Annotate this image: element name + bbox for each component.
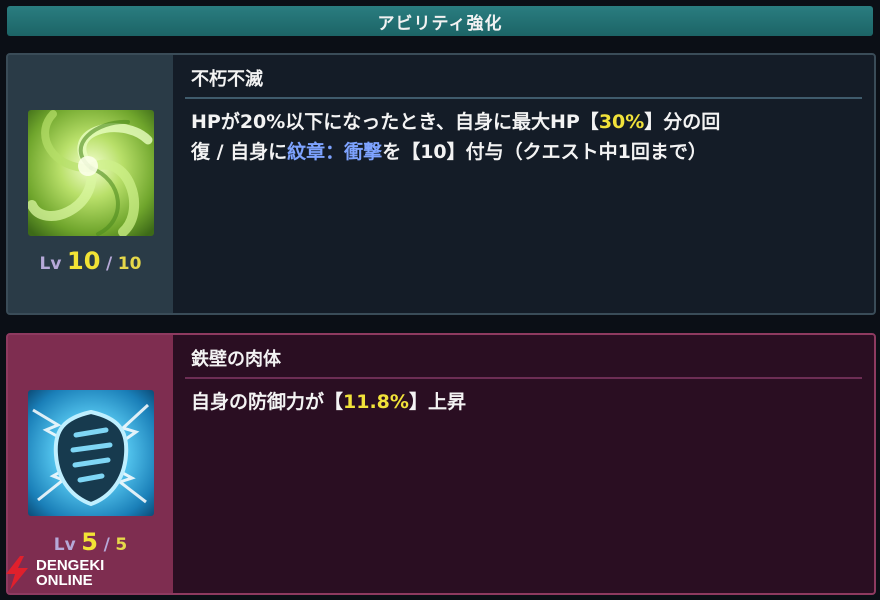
ability-name: 不朽不滅	[191, 69, 263, 90]
watermark: DENGEKI ONLINE	[2, 556, 104, 590]
ability-detail: 鉄壁の肉体 自身の防御力が【11.8%】上昇	[173, 335, 874, 593]
level-slash: /	[103, 535, 110, 555]
level-max: 5	[115, 535, 128, 555]
desc-highlight-value: 30%	[598, 111, 645, 133]
level-max: 10	[117, 254, 142, 274]
desc-text: を【10】付与（クエスト中1回まで）	[382, 141, 707, 163]
watermark-line1: DENGEKI	[36, 557, 105, 574]
level-current: 5	[81, 528, 98, 556]
divider	[185, 377, 862, 379]
ability-description: HPが20%以下になったとき、自身に最大HP【30%】分の回 復 / 自身に紋章…	[191, 107, 856, 167]
ability-card-1[interactable]: Lv 10 / 10 不朽不滅 HPが20%以下になったとき、自身に最大HP【3…	[6, 53, 876, 315]
green-swirl-icon	[28, 110, 154, 236]
desc-highlight-keyword: 紋章：衝撃	[287, 141, 383, 163]
ability-icon-column: Lv 10 / 10	[8, 55, 173, 313]
ability-level: Lv 10 / 10	[8, 247, 173, 275]
ability-detail: 不朽不滅 HPが20%以下になったとき、自身に最大HP【30%】分の回 復 / …	[173, 55, 874, 313]
ability-level: Lv 5 / 5	[8, 528, 173, 556]
blue-shield-icon	[28, 390, 154, 516]
desc-text: 復 / 自身に	[191, 141, 288, 163]
desc-text: HPが20%以下になったとき、自身に最大HP【	[191, 111, 599, 133]
divider	[185, 97, 862, 99]
level-current: 10	[67, 247, 101, 275]
watermark-line2: ONLINE	[36, 572, 93, 589]
desc-text: 自身の防御力が【	[191, 391, 344, 413]
ability-name: 鉄壁の肉体	[191, 349, 281, 370]
lightning-logo-icon	[6, 556, 28, 590]
level-slash: /	[106, 254, 113, 274]
ability-card-2[interactable]: Lv 5 / 5 鉄壁の肉体 自身の防御力が【11.8%】上昇	[6, 333, 876, 595]
screen-title-text: アビリティ強化	[377, 13, 503, 34]
level-label: Lv	[53, 535, 76, 555]
desc-highlight-value: 11.8%	[343, 391, 409, 413]
ability-description: 自身の防御力が【11.8%】上昇	[191, 387, 856, 417]
level-label: Lv	[39, 254, 62, 274]
ability-icon-column: Lv 5 / 5	[8, 335, 173, 593]
desc-text: 】上昇	[408, 391, 466, 413]
screen-title: アビリティ強化	[7, 6, 873, 36]
desc-text: 】分の回	[644, 111, 721, 133]
